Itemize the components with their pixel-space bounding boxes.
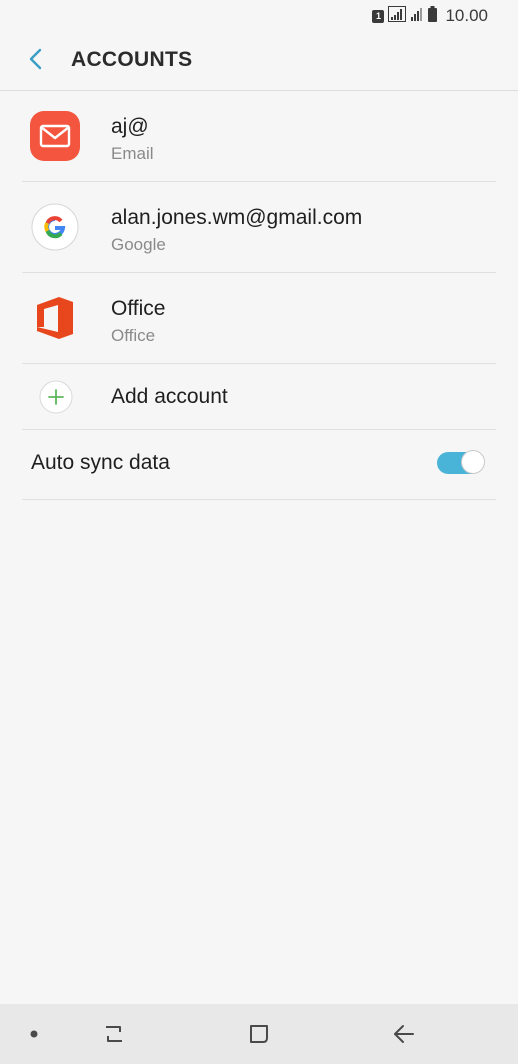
toggle-knob (461, 450, 485, 474)
account-row-google[interactable]: alan.jones.wm@gmail.com Google (22, 182, 496, 273)
auto-sync-label: Auto sync data (31, 451, 170, 474)
account-title: aj@ (111, 115, 149, 138)
dot-icon[interactable] (19, 1019, 49, 1049)
page-title: ACCOUNTS (71, 48, 193, 71)
email-icon (30, 111, 80, 161)
plus-icon (39, 380, 73, 414)
status-icons: 1 10.00 (372, 5, 488, 27)
home-icon[interactable] (244, 1019, 274, 1049)
auto-sync-row[interactable]: Auto sync data (22, 427, 496, 500)
add-account-button[interactable]: Add account (22, 364, 496, 430)
account-row-email[interactable]: aj@ Email (22, 91, 496, 182)
account-title: alan.jones.wm@gmail.com (111, 206, 363, 229)
auto-sync-toggle[interactable] (437, 450, 485, 476)
google-icon (30, 202, 80, 252)
recents-icon[interactable] (99, 1019, 129, 1049)
clock: 10.00 (445, 6, 488, 25)
navigation-bar (0, 1004, 518, 1064)
back-button[interactable] (20, 46, 50, 76)
account-type: Google (111, 235, 166, 254)
app-header: ACCOUNTS (0, 34, 518, 91)
status-bar: 1 10.00 (0, 0, 518, 34)
wifi-signal-icon (388, 5, 407, 27)
back-icon[interactable] (389, 1019, 419, 1049)
sim-indicator: 1 (372, 9, 385, 23)
account-title: Office (111, 297, 166, 320)
cell-signal-icon (410, 7, 424, 26)
accounts-list: aj@ Email alan.jones.wm@gmail.com Google… (22, 91, 496, 430)
battery-icon (428, 5, 438, 27)
account-type: Email (111, 144, 154, 163)
account-type: Office (111, 326, 156, 345)
office-icon (30, 293, 80, 343)
add-account-label: Add account (111, 385, 228, 408)
chevron-left-icon (28, 48, 42, 75)
account-row-office[interactable]: Office Office (22, 273, 496, 364)
